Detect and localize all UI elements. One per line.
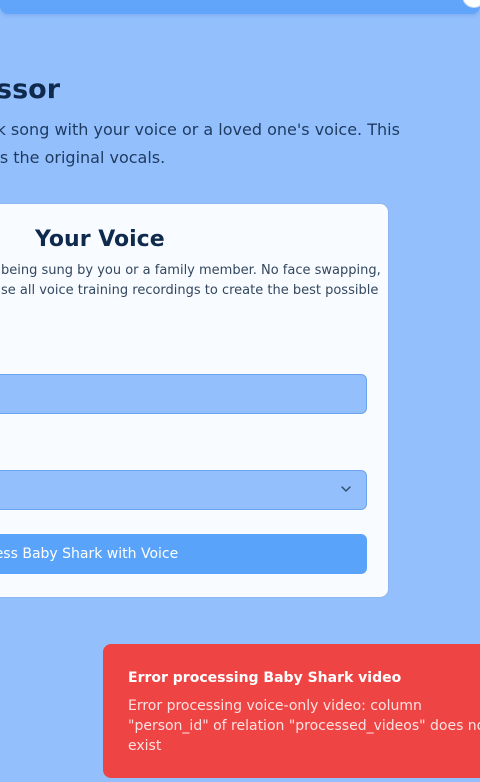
voice-card: Your Voice being sung by you or a family… xyxy=(0,203,389,598)
page-title: ssor xyxy=(0,74,61,106)
card-description: being sung by you or a family member. No… xyxy=(1,261,381,301)
toast-message-line: exist xyxy=(128,738,162,754)
intro-line: rk song with your voice or a loved one's… xyxy=(0,120,400,139)
page-intro: rk song with your voice or a loved one's… xyxy=(0,116,460,172)
toast-message: Error processing voice-only video: colum… xyxy=(128,696,480,756)
card-description-line: se all voice training recordings to crea… xyxy=(1,283,379,298)
top-header-bar xyxy=(0,0,480,14)
voice-select[interactable] xyxy=(0,470,367,510)
process-button-label: cess Baby Shark with Voice xyxy=(0,546,179,562)
toast-title: Error processing Baby Shark video xyxy=(128,670,402,686)
process-button[interactable]: cess Baby Shark with Voice xyxy=(0,534,367,574)
header-avatar[interactable] xyxy=(462,0,480,8)
name-input[interactable] xyxy=(0,374,367,414)
card-title: Your Voice xyxy=(35,227,165,252)
toast-message-line: Error processing voice-only video: colum… xyxy=(128,698,422,714)
card-description-line: being sung by you or a family member. No… xyxy=(1,263,381,278)
chevron-down-icon xyxy=(341,486,351,492)
intro-line: es the original vocals. xyxy=(0,148,166,167)
error-toast[interactable]: Error processing Baby Shark video Error … xyxy=(103,644,480,778)
app-page: ssor rk song with your voice or a loved … xyxy=(0,0,480,782)
toast-message-line: "person_id" of relation "processed_video… xyxy=(128,718,480,734)
